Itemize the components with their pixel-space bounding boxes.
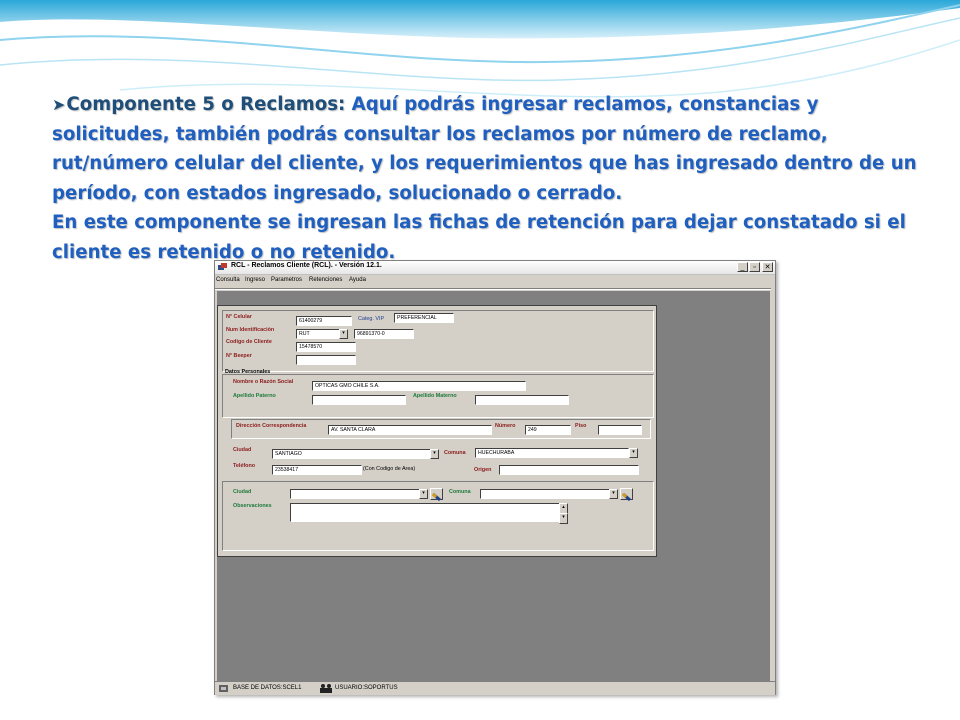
app-window: RCL - Reclamos Cliente (RCL). - Versión …	[214, 260, 776, 695]
ciudad-label: Ciudad	[233, 447, 252, 453]
celular-label: N° Celular	[226, 314, 252, 320]
origen-label: Origen	[474, 467, 492, 473]
restore-button[interactable]: ▫	[749, 262, 760, 272]
beeper-input[interactable]	[296, 355, 356, 365]
menu-bar: Consulta Ingreso Parametros Retenciones …	[215, 275, 775, 287]
numero-input[interactable]: 249	[525, 425, 571, 435]
bullet-arrow-icon: ➤	[52, 95, 66, 114]
apellido-paterno-input[interactable]	[312, 395, 406, 405]
menu-ingreso[interactable]: Ingreso	[245, 277, 265, 283]
ciudad2-label: Ciudad	[233, 489, 252, 495]
piso-label: Piso	[575, 423, 587, 429]
direccion-input[interactable]: AV. SANTA CLARA	[328, 425, 492, 435]
telefono-input[interactable]: 23538417	[272, 465, 362, 475]
database-icon	[219, 685, 228, 692]
edit-pencil-icon[interactable]	[430, 488, 443, 502]
comuna2-select[interactable]	[480, 489, 612, 499]
codigo-cliente-input[interactable]: 15478570	[296, 342, 356, 352]
status-bar: BASE DE DATOS:SCEL1 USUARIO:SOPORTUS	[215, 681, 775, 695]
identificacion-label: Num Identificación	[226, 327, 275, 333]
beeper-label: N° Beeper	[226, 353, 252, 359]
chevron-down-icon[interactable]: ▾	[430, 449, 439, 459]
close-button[interactable]: ✕	[762, 262, 773, 272]
apellido-materno-label: Apellido Materno	[413, 393, 457, 399]
window-title: RCL - Reclamos Cliente (RCL). - Versión …	[231, 262, 382, 269]
observaciones-textarea[interactable]	[290, 503, 562, 522]
status-database: BASE DE DATOS:SCEL1	[233, 685, 302, 691]
apellido-materno-input[interactable]	[475, 395, 569, 405]
categ-vip-label: Categ. VIP	[358, 316, 385, 322]
comuna-select[interactable]: HUECHURABA	[475, 448, 629, 458]
edit-pencil-icon[interactable]	[620, 488, 633, 502]
menu-parametros[interactable]: Parametros	[271, 277, 302, 283]
menu-separator	[215, 288, 771, 290]
menu-ayuda[interactable]: Ayuda	[349, 277, 366, 283]
telefono-label: Teléfono	[233, 463, 256, 469]
telefono-note: (Con Codigo de Area)	[363, 466, 416, 472]
menu-retenciones[interactable]: Retenciones	[309, 277, 342, 283]
celular-input[interactable]: 61400279	[296, 316, 352, 326]
reclamos-form: N° Celular 61400279 Categ. VIP PREFERENC…	[217, 305, 657, 557]
apellido-paterno-label: Apellido Paterno	[233, 393, 276, 399]
chevron-down-icon[interactable]: ▾	[609, 489, 618, 499]
scroll-down-icon[interactable]: ▾	[559, 513, 568, 524]
minimize-button[interactable]: _	[737, 262, 748, 272]
comuna-label: Comuna	[444, 450, 466, 456]
mdi-workspace: N° Celular 61400279 Categ. VIP PREFERENC…	[217, 291, 770, 681]
app-icon	[218, 263, 227, 270]
nombre-input[interactable]: OPTICAS GMO CHILE S.A.	[312, 381, 526, 391]
ciudad2-select[interactable]	[290, 489, 422, 499]
ciudad-select[interactable]: SANTIAGO	[272, 449, 434, 459]
chevron-down-icon[interactable]: ▾	[629, 448, 638, 458]
nombre-label: Nombre o Razón Social	[233, 379, 294, 385]
chevron-down-icon[interactable]: ▾	[419, 489, 428, 499]
identificacion-type-select[interactable]: RUT	[296, 329, 342, 339]
users-icon	[320, 684, 332, 693]
identificacion-input[interactable]: 96891370-0	[354, 329, 414, 339]
codigo-cliente-label: Codigo de Cliente	[226, 339, 272, 345]
piso-input[interactable]	[598, 425, 642, 435]
direccion-label: Dirección Correspondencia	[236, 423, 307, 429]
title-bar[interactable]: RCL - Reclamos Cliente (RCL). - Versión …	[215, 261, 775, 275]
categ-vip-input[interactable]: PREFERENCIAL	[394, 313, 454, 323]
status-user: USUARIO:SOPORTUS	[335, 685, 398, 691]
menu-consulta[interactable]: Consulta	[216, 277, 240, 283]
numero-label: Número	[495, 423, 516, 429]
slide-text: ➤Componente 5 o Reclamos: Aquí podrás in…	[52, 90, 922, 267]
slide-heading: Componente 5 o Reclamos:	[66, 94, 346, 115]
comuna2-label: Comuna	[449, 489, 471, 495]
origen-input[interactable]	[499, 465, 639, 475]
slide-body-2: En este componente se ingresan las ficha…	[52, 212, 906, 263]
chevron-down-icon[interactable]: ▾	[339, 329, 348, 339]
observaciones-label: Observaciones	[233, 503, 272, 509]
